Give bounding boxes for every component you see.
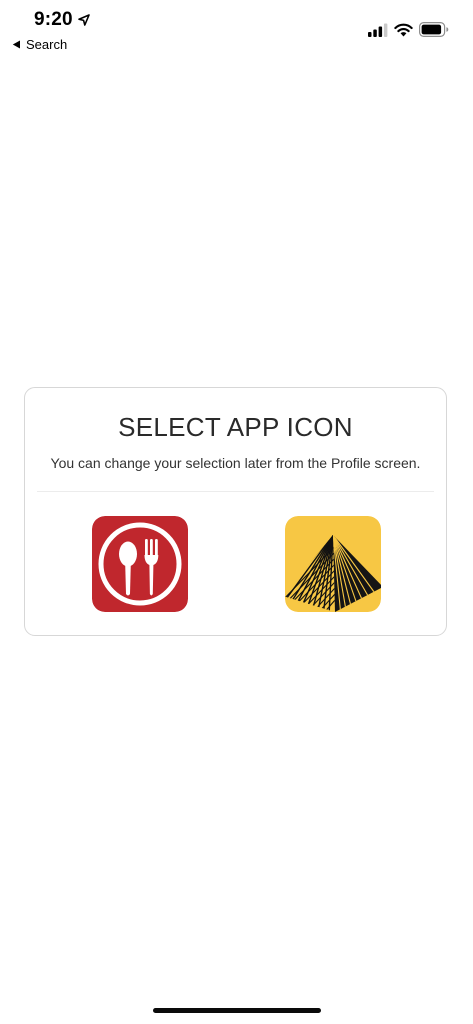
status-time: 9:20: [34, 9, 73, 30]
status-icons: [368, 22, 449, 37]
clock: 9:20: [34, 9, 90, 31]
app-icon-option-pyramid[interactable]: [285, 516, 381, 612]
spoon-fork-icon: [92, 516, 188, 612]
back-label: Search: [26, 37, 68, 52]
location-arrow-icon: [78, 14, 90, 26]
divider: [37, 491, 434, 492]
back-to-search-link[interactable]: Search: [12, 37, 67, 52]
wifi-icon: [394, 23, 413, 36]
select-app-icon-dialog: SELECT APP ICON You can change your sele…: [24, 387, 447, 636]
home-indicator[interactable]: [153, 1008, 321, 1013]
cellular-signal-icon: [368, 23, 388, 37]
dialog-title: SELECT APP ICON: [118, 412, 353, 442]
back-triangle-icon: [12, 40, 20, 49]
app-icon-option-restaurant[interactable]: [92, 516, 188, 612]
battery-icon: [419, 22, 449, 37]
dialog-subtitle: You can change your selection later from…: [50, 455, 421, 471]
pyramid-icon: [285, 516, 381, 612]
status-bar: 9:20 Search: [0, 0, 473, 58]
